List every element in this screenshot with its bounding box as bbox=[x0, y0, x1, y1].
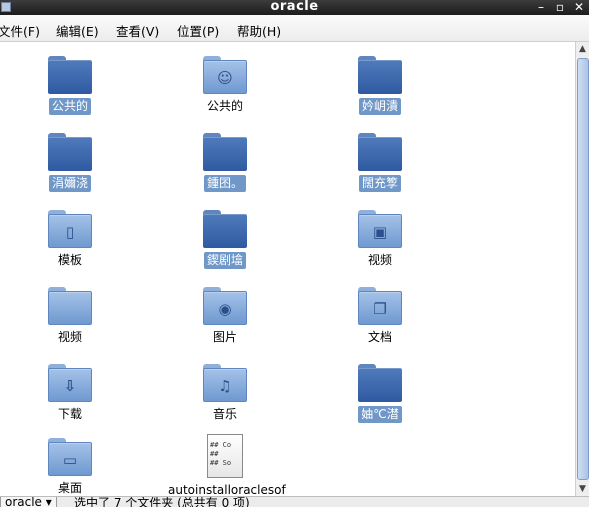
file-view[interactable]: 公共的 ☺ 公共的 妗岄潰 涓嬭浇 鍾囨。 闊充箰 ▯ 模板 鍥剧墖 ▣ 视频 … bbox=[0, 42, 575, 496]
vertical-scrollbar[interactable]: ▲ ▼ bbox=[575, 42, 589, 496]
folder-icon bbox=[48, 287, 92, 325]
item-label: 鍾囨。 bbox=[203, 175, 246, 192]
menu-file[interactable]: 文件(F) bbox=[0, 21, 40, 40]
item-label: 闊充箰 bbox=[358, 175, 401, 192]
minimize-icon[interactable]: – bbox=[532, 0, 550, 15]
folder-item[interactable]: ⇩ 下载 bbox=[10, 364, 130, 423]
folder-icon bbox=[203, 133, 247, 171]
menu-edit[interactable]: 编辑(E) bbox=[56, 21, 99, 40]
menu-places[interactable]: 位置(P) bbox=[177, 21, 219, 40]
folder-pictures-icon: ◉ bbox=[203, 287, 247, 325]
file-item[interactable]: ## Co ## ## So autoinstalloraclesof bbox=[165, 434, 286, 496]
file-preview-line: ## Co bbox=[210, 441, 232, 449]
folder-documents-icon: ❐ bbox=[358, 287, 402, 325]
status-text: 选中了 7 个文件夹 (总共有 0 项) bbox=[74, 496, 250, 507]
folder-item[interactable]: ◉ 图片 bbox=[165, 287, 285, 346]
folder-item[interactable]: 闊充箰 bbox=[320, 133, 440, 192]
item-label: 公共的 bbox=[206, 99, 243, 113]
location-dropdown[interactable]: oracle ▾ bbox=[0, 496, 57, 507]
item-label: 图片 bbox=[212, 330, 237, 344]
folder-icon bbox=[358, 56, 402, 94]
folder-item[interactable]: 妗岄潰 bbox=[320, 56, 440, 115]
scroll-up-icon[interactable]: ▲ bbox=[576, 42, 589, 56]
folder-item[interactable]: ▭ 桌面 bbox=[10, 438, 130, 496]
folder-item[interactable]: ♫ 音乐 bbox=[165, 364, 285, 423]
folder-icon bbox=[358, 133, 402, 171]
folder-item[interactable]: 鍥剧墖 bbox=[165, 210, 285, 269]
file-preview-line: ## So bbox=[210, 459, 232, 467]
folder-item[interactable]: ❐ 文档 bbox=[320, 287, 440, 346]
item-label: 涓嬭浇 bbox=[48, 175, 91, 192]
folder-item[interactable]: ☺ 公共的 bbox=[165, 56, 285, 115]
item-label: 妯℃澘 bbox=[358, 406, 402, 423]
item-label: 模板 bbox=[57, 253, 82, 267]
menu-help[interactable]: 帮助(H) bbox=[237, 21, 281, 40]
item-label: 音乐 bbox=[212, 407, 237, 421]
file-preview-line: ## bbox=[210, 450, 219, 458]
item-label: 桌面 bbox=[57, 481, 82, 495]
item-label: 文档 bbox=[367, 330, 392, 344]
item-label: 视频 bbox=[367, 253, 392, 267]
folder-download-icon: ⇩ bbox=[48, 364, 92, 402]
menu-view[interactable]: 查看(V) bbox=[116, 21, 159, 40]
folder-music-icon: ♫ bbox=[203, 364, 247, 402]
folder-video-icon: ▣ bbox=[358, 210, 402, 248]
folder-item[interactable]: 公共的 bbox=[10, 56, 130, 115]
menu-bar: 文件(F) 编辑(E) 查看(V) 位置(P) 帮助(H) bbox=[0, 15, 589, 42]
item-label: 妗岄潰 bbox=[358, 98, 401, 115]
scrollbar-thumb[interactable] bbox=[577, 58, 589, 480]
maximize-icon[interactable]: ▫ bbox=[551, 0, 569, 15]
folder-item[interactable]: ▯ 模板 bbox=[10, 210, 130, 269]
item-label: autoinstalloraclesof bbox=[168, 483, 286, 496]
folder-icon bbox=[358, 364, 402, 402]
folder-desktop-icon: ▭ bbox=[48, 438, 92, 476]
folder-item[interactable]: 妯℃澘 bbox=[320, 364, 440, 423]
text-file-icon: ## Co ## ## So bbox=[207, 434, 243, 478]
folder-item[interactable]: ▣ 视频 bbox=[320, 210, 440, 269]
window-title: oracle bbox=[270, 0, 319, 14]
location-label: oracle bbox=[5, 496, 42, 507]
scroll-down-icon[interactable]: ▼ bbox=[576, 482, 589, 496]
status-bar: oracle ▾ 选中了 7 个文件夹 (总共有 0 项) bbox=[0, 496, 589, 507]
folder-icon bbox=[48, 133, 92, 171]
folder-item[interactable]: 视频 bbox=[10, 287, 130, 346]
title-bar: oracle – ▫ ✕ bbox=[0, 0, 589, 15]
folder-icon bbox=[48, 56, 92, 94]
folder-icon bbox=[203, 210, 247, 248]
folder-template-icon: ▯ bbox=[48, 210, 92, 248]
folder-user-icon: ☺ bbox=[203, 56, 247, 94]
item-label: 下载 bbox=[57, 407, 82, 421]
folder-item[interactable]: 涓嬭浇 bbox=[10, 133, 130, 192]
item-label: 鍥剧墖 bbox=[203, 252, 246, 269]
item-label: 公共的 bbox=[48, 98, 91, 115]
folder-item[interactable]: 鍾囨。 bbox=[165, 133, 285, 192]
close-icon[interactable]: ✕ bbox=[570, 0, 588, 15]
item-label: 视频 bbox=[57, 330, 82, 344]
